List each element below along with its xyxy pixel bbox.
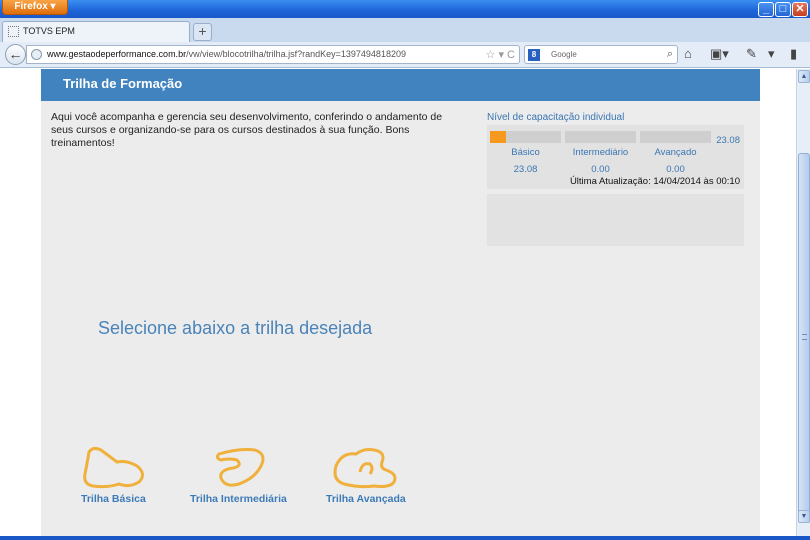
address-bar[interactable]: www.gestaodeperformance.com.br/vw/view/b… [26, 45, 520, 64]
navigation-bar: ← www.gestaodeperformance.com.br/vw/view… [0, 42, 810, 68]
reload-icon[interactable]: C [507, 49, 515, 61]
content-panel: Trilha de Formação Aqui você acompanha e… [41, 69, 760, 536]
trail-advanced-link[interactable]: Trilha Avançada [324, 444, 434, 509]
new-tab-button[interactable]: + [193, 23, 212, 41]
page-viewport: Trilha de Formação Aqui você acompanha e… [0, 69, 796, 536]
menu-arrow-icon[interactable]: ▾ [768, 46, 775, 62]
capacity-level-panel: 23.08 Básico Intermediário Avançado 23.0… [487, 125, 744, 189]
progress-bar-advanced [640, 131, 711, 143]
trail-basic-label: Trilha Básica [81, 493, 146, 505]
maximize-button[interactable]: □ [775, 2, 791, 17]
bookmark-star-icon[interactable]: ☆ ▾ C [486, 48, 515, 61]
close-button[interactable]: ✕ [792, 2, 808, 17]
vertical-scrollbar[interactable]: ▲ ▼ [796, 69, 810, 536]
globe-icon [31, 49, 42, 60]
bookmark-folder-icon[interactable]: ▮ [790, 46, 797, 62]
trail-advanced-label: Trilha Avançada [326, 493, 406, 505]
track-advanced-icon [333, 448, 397, 489]
select-trail-heading: Selecione abaixo a trilha desejada [98, 318, 373, 338]
progress-bar-basic [490, 131, 561, 143]
level-value-basic: 23.08 [513, 164, 538, 175]
trail-intermediate-link[interactable]: Trilha Intermediária [189, 444, 299, 509]
home-icon[interactable]: ⌂ [684, 46, 692, 61]
search-bar[interactable]: 8 Google ⌕ [524, 45, 678, 64]
capacity-level-title: Nível de capacitação individual [487, 112, 625, 123]
track-intermediate-icon [215, 448, 265, 487]
empty-info-panel [487, 194, 744, 246]
bookmarks-icon[interactable]: ▣▾ [710, 46, 729, 62]
window-bottom-border [0, 536, 810, 540]
level-label-intermediate: Intermediário [572, 147, 629, 158]
section-header: Trilha de Formação [41, 69, 760, 101]
tab-totvs-epm[interactable]: TOTVS EPM [2, 21, 190, 42]
intro-text: Aqui você acompanha e gerencia seu desen… [51, 111, 443, 149]
last-update-text: Última Atualização: 14/04/2014 às 00:10 [569, 176, 740, 187]
tab-title: TOTVS EPM [23, 26, 75, 36]
minimize-button[interactable]: _ [758, 2, 774, 17]
tab-strip: TOTVS EPM + [0, 18, 810, 42]
level-label-basic: Básico [511, 147, 540, 158]
progress-bar-intermediate [565, 131, 636, 143]
page-icon [8, 26, 19, 37]
page-title: Trilha de Formação [63, 76, 183, 91]
firefox-menu-button[interactable]: Firefox ▾ [2, 0, 68, 15]
window-titlebar: Firefox ▾ _ □ ✕ [0, 0, 810, 18]
url-text: www.gestaodeperformance.com.br/vw/view/b… [47, 49, 406, 59]
trail-basic-link[interactable]: Trilha Básica [79, 444, 189, 509]
back-button[interactable]: ← [5, 44, 26, 65]
addon-icon[interactable]: ✎ [746, 46, 757, 62]
search-icon[interactable]: ⌕ [667, 48, 673, 61]
google-icon[interactable]: 8 [528, 49, 540, 61]
scroll-thumb[interactable] [798, 153, 810, 523]
scroll-up-button[interactable]: ▲ [798, 70, 810, 83]
trail-intermediate-label: Trilha Intermediária [190, 493, 287, 505]
level-value-intermediate: 0.00 [591, 164, 610, 175]
search-placeholder: Google [551, 50, 577, 59]
level-value-advanced: 0.00 [666, 164, 685, 175]
total-level-value: 23.08 [716, 135, 740, 146]
level-label-advanced: Avançado [654, 147, 697, 158]
track-basic-icon [83, 446, 144, 489]
scroll-down-button[interactable]: ▼ [798, 510, 810, 523]
